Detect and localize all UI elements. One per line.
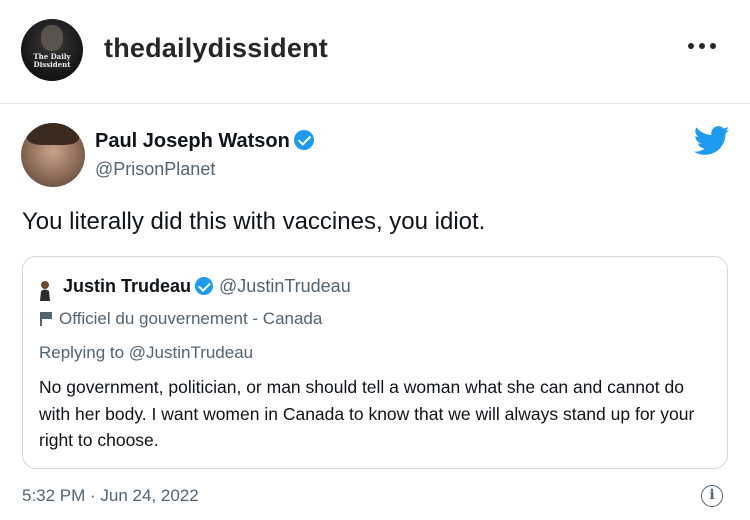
- verified-badge-icon: [293, 130, 314, 150]
- account-avatar[interactable]: The Daily Dissident: [21, 19, 83, 81]
- tweet-author-handle[interactable]: @PrisonPlanet: [95, 159, 215, 180]
- government-label-text: Officiel du gouvernement - Canada: [59, 309, 323, 328]
- quoted-tweet[interactable]: Justin Trudeau @JustinTrudeau Officiel du…: [22, 256, 728, 469]
- tweet-text: You literally did this with vaccines, yo…: [22, 208, 486, 235]
- instagram-post-header: The Daily Dissident thedailydissident: [0, 0, 750, 102]
- dot: [699, 43, 705, 49]
- quoted-author: Justin Trudeau @JustinTrudeau: [63, 276, 351, 297]
- avatar-hair: [27, 123, 79, 145]
- quoted-tweet-text: No government, politician, or man should…: [39, 377, 695, 450]
- info-icon[interactable]: i: [701, 485, 723, 507]
- account-username[interactable]: thedailydissident: [104, 33, 328, 64]
- tweet-timestamp[interactable]: 5:32 PM · Jun 24, 2022: [22, 486, 199, 506]
- dot: [688, 43, 694, 49]
- flag-icon: [39, 312, 53, 326]
- tweet-author-name[interactable]: Paul Joseph Watson: [95, 130, 314, 153]
- avatar-figure: [41, 25, 63, 51]
- quoted-author-name: Justin Trudeau: [63, 276, 192, 296]
- verified-badge-icon: [195, 277, 214, 295]
- author-name-text: Paul Joseph Watson: [95, 130, 290, 152]
- tweet-author-avatar[interactable]: [21, 123, 85, 187]
- more-options-icon[interactable]: [688, 40, 724, 52]
- replying-to: Replying to @JustinTrudeau: [39, 343, 254, 362]
- government-label: Officiel du gouvernement - Canada: [39, 309, 322, 329]
- author-emoji-icon: [40, 281, 50, 301]
- tweet-card: Paul Joseph Watson @PrisonPlanet You lit…: [0, 104, 750, 520]
- avatar-logo-text: The Daily Dissident: [33, 52, 71, 69]
- dot: [710, 43, 716, 49]
- twitter-bird-icon: [694, 126, 730, 155]
- quoted-author-handle: @JustinTrudeau: [219, 276, 351, 296]
